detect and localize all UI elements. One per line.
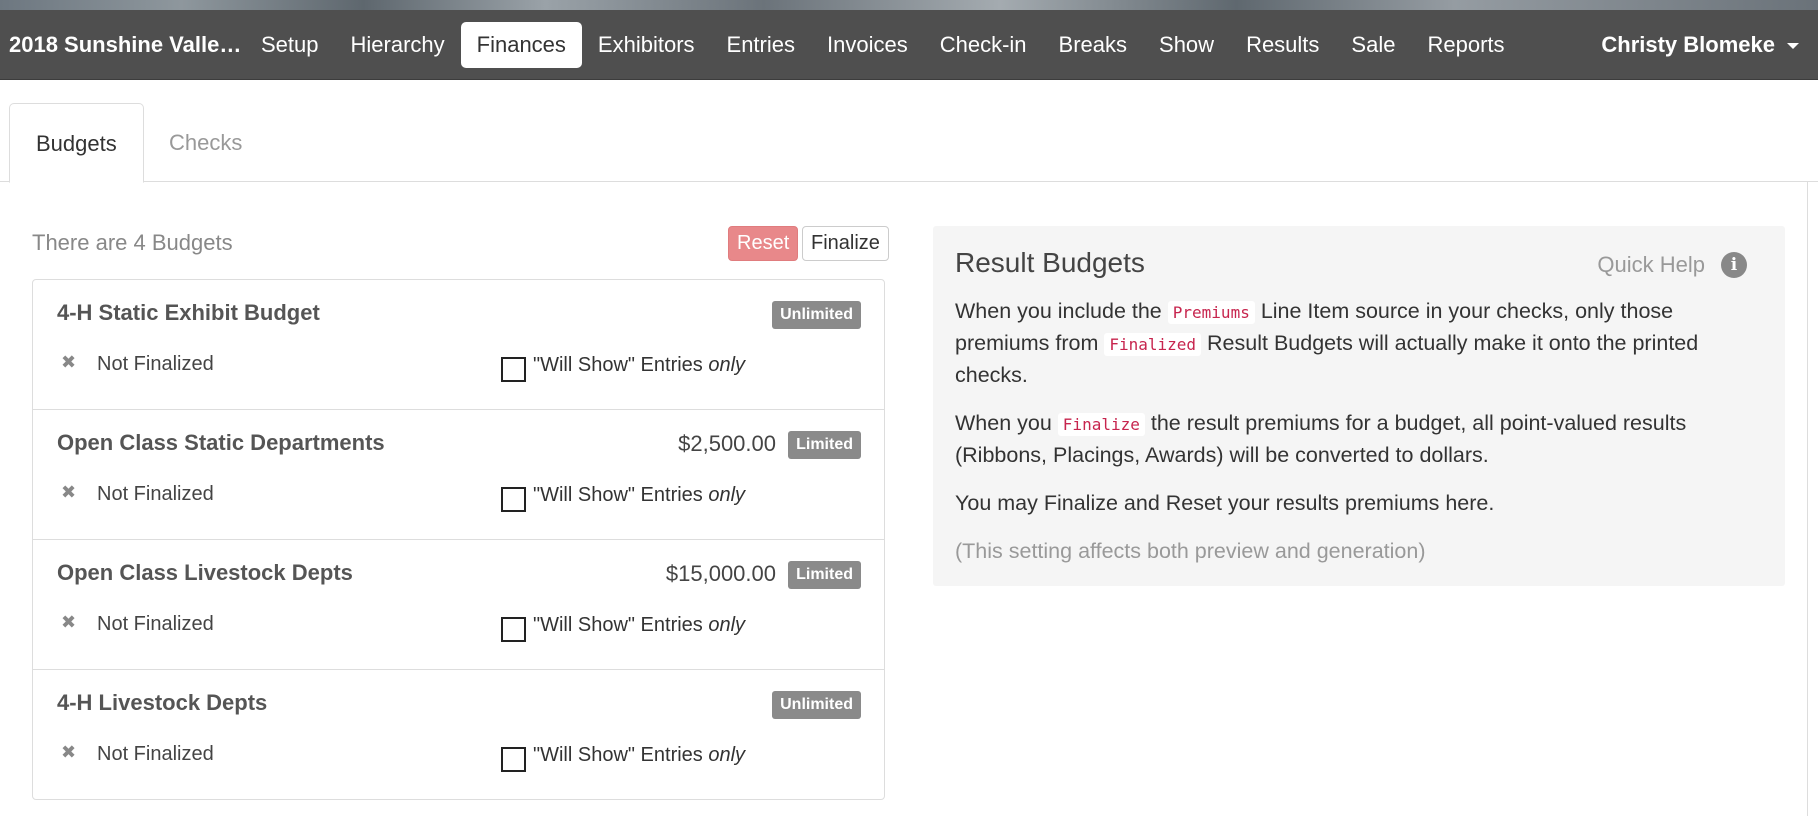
will-show-only-checkbox[interactable] (501, 357, 526, 382)
nav-item-finances[interactable]: Finances (460, 21, 582, 68)
help-paragraph: You may Finalize and Reset your results … (955, 491, 1495, 515)
budget-type-badge: Limited (788, 561, 861, 589)
finalize-button[interactable]: Finalize (802, 226, 889, 261)
nav-item-show[interactable]: Show (1143, 22, 1230, 68)
will-show-only-checkbox[interactable] (501, 747, 526, 772)
help-body: When you include the Premiums Line Item … (955, 296, 1755, 584)
budget-item: Open Class Livestock Depts $15,000.00 Li… (33, 540, 884, 670)
reset-button[interactable]: Reset (728, 226, 799, 261)
caret-down-icon (1787, 43, 1799, 49)
user-menu[interactable]: Christy Blomeke (1601, 10, 1799, 80)
will-show-only-label: "Will Show" Entries only (533, 614, 746, 636)
quick-help-label: Quick Help (1597, 252, 1705, 277)
top-navbar: 2018 Sunshine Valley Fair Setup Hierarch… (0, 10, 1818, 80)
budget-item: 4-H Static Exhibit Budget Unlimited ✖ No… (33, 280, 884, 410)
budget-amount: $2,500.00 (678, 431, 776, 456)
finalize-status: Not Finalized (97, 743, 214, 765)
finalize-status: Not Finalized (97, 353, 214, 375)
header-photo-strip (0, 0, 1818, 10)
budget-name: 4-H Static Exhibit Budget (57, 300, 320, 325)
finance-tabs: Budgets Checks (0, 81, 1818, 183)
will-show-only-label: "Will Show" Entries only (533, 354, 746, 376)
nav-item-setup[interactable]: Setup (245, 22, 335, 68)
will-show-only-label: "Will Show" Entries only (533, 484, 746, 506)
quick-help-toggle[interactable]: Quick Help i (1597, 252, 1747, 278)
will-show-only-label: "Will Show" Entries only (533, 744, 746, 766)
nav-item-hierarchy[interactable]: Hierarchy (335, 22, 461, 68)
close-icon: ✖ (61, 482, 77, 502)
tab-checks[interactable]: Checks (143, 103, 268, 183)
code-finalized: Finalized (1104, 333, 1202, 356)
budget-name: Open Class Livestock Depts (57, 560, 353, 585)
nav-item-exhibitors[interactable]: Exhibitors (582, 22, 711, 68)
user-name: Christy Blomeke (1601, 32, 1775, 57)
nav-item-check-in[interactable]: Check-in (924, 22, 1043, 68)
close-icon: ✖ (61, 352, 77, 372)
budget-list: 4-H Static Exhibit Budget Unlimited ✖ No… (32, 279, 885, 800)
finalize-status: Not Finalized (97, 483, 214, 505)
budgets-count: There are 4 Budgets (32, 230, 233, 255)
budget-type-badge: Unlimited (772, 301, 861, 329)
tab-budgets[interactable]: Budgets (9, 103, 144, 183)
finalize-status: Not Finalized (97, 613, 214, 635)
fair-title[interactable]: 2018 Sunshine Valley Fair (9, 32, 245, 58)
nav-menu: Setup Hierarchy Finances Exhibitors Entr… (245, 21, 1521, 68)
help-paragraph: When you Finalize the result premiums fo… (955, 411, 1687, 467)
nav-item-sale[interactable]: Sale (1335, 22, 1411, 68)
nav-item-results[interactable]: Results (1230, 22, 1335, 68)
content-border (1807, 182, 1808, 816)
result-budgets-help-panel: Result Budgets Quick Help i When you inc… (933, 226, 1785, 586)
code-finalize: Finalize (1057, 413, 1145, 436)
will-show-only-checkbox[interactable] (501, 487, 526, 512)
budget-name: 4-H Livestock Depts (57, 690, 268, 715)
budget-type-badge: Limited (788, 431, 861, 459)
budget-name: Open Class Static Departments (57, 430, 385, 455)
help-paragraph: When you include the Premiums Line Item … (955, 299, 1699, 387)
help-title: Result Budgets (955, 247, 1145, 278)
close-icon: ✖ (61, 612, 77, 632)
close-icon: ✖ (61, 742, 77, 762)
nav-item-breaks[interactable]: Breaks (1043, 22, 1143, 68)
budget-item: 4-H Livestock Depts Unlimited ✖ Not Fina… (33, 670, 884, 799)
code-premiums: Premiums (1167, 301, 1255, 324)
nav-item-invoices[interactable]: Invoices (811, 22, 924, 68)
budget-type-badge: Unlimited (772, 691, 861, 719)
help-note: (This setting affects both preview and g… (955, 539, 1426, 563)
nav-item-reports[interactable]: Reports (1411, 22, 1520, 68)
budget-amount: $15,000.00 (665, 561, 776, 586)
budget-item: Open Class Static Departments $2,500.00 … (33, 410, 884, 540)
will-show-only-checkbox[interactable] (501, 617, 526, 642)
nav-item-entries[interactable]: Entries (711, 22, 811, 68)
info-circle-icon: i (1721, 252, 1747, 278)
